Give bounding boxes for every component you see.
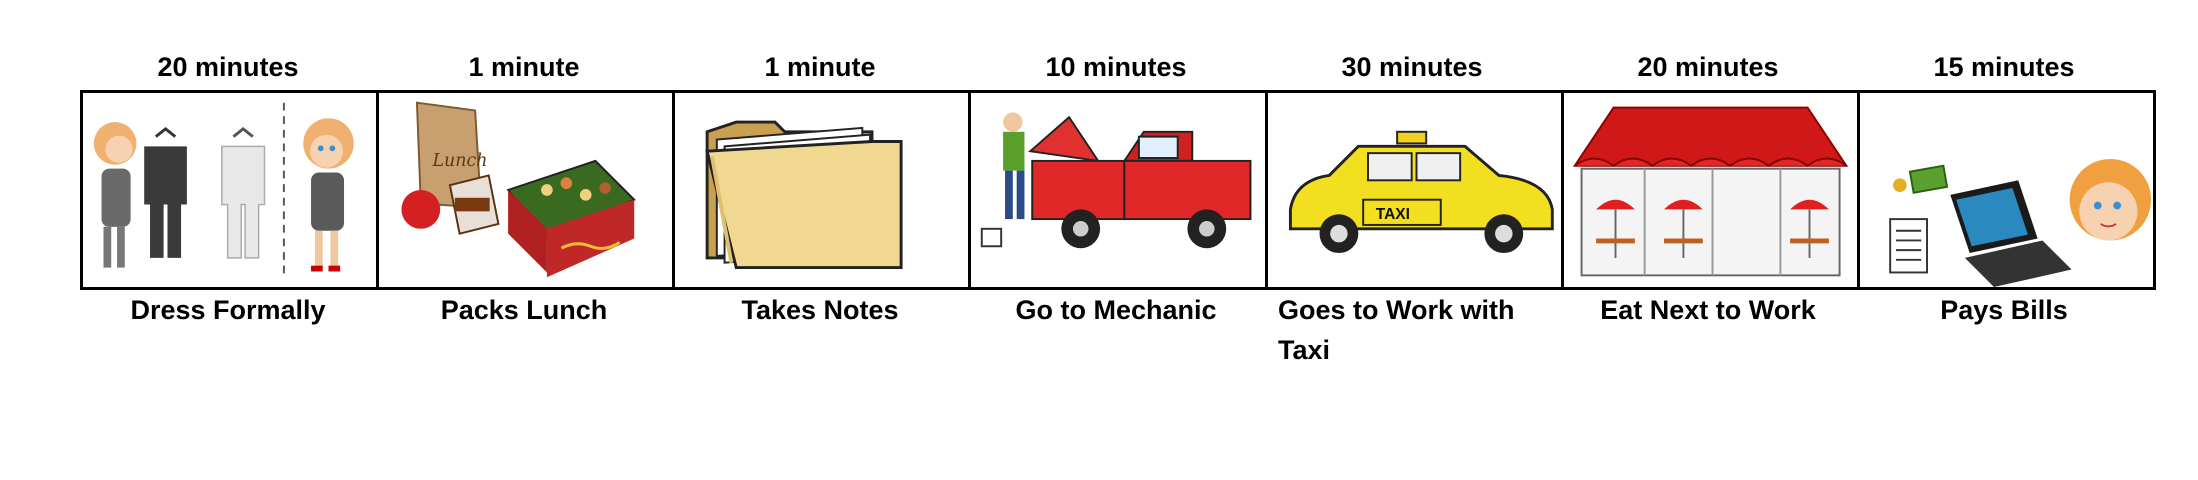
activity-label-3: Takes Notes xyxy=(741,295,899,325)
taxi-icon: TAXI xyxy=(1288,130,1554,254)
activity-label-6: Eat Next to Work xyxy=(1600,295,1816,325)
activity-label-5: Goes to Work with Taxi xyxy=(1278,295,1515,365)
svg-text:TAXI: TAXI xyxy=(1375,206,1409,223)
activity-strip: Lunch TAXI xyxy=(80,90,2156,290)
lunch-bag-icon: Lunch xyxy=(401,101,637,278)
activity-cell-notes xyxy=(675,93,972,287)
duration-5: 30 minutes xyxy=(1341,52,1483,82)
activity-cell-taxi: TAXI xyxy=(1268,93,1564,287)
duration-3: 1 minute xyxy=(764,52,876,82)
activity-cell-bills xyxy=(1860,93,2153,287)
laptop-bills-icon xyxy=(1889,158,2151,287)
activity-cell-lunch: Lunch xyxy=(379,93,676,287)
activity-cell-dress xyxy=(83,93,380,287)
duration-6: 20 minutes xyxy=(1637,52,1779,82)
duration-4: 10 minutes xyxy=(1045,52,1187,82)
activity-label-2: Packs Lunch xyxy=(440,295,608,325)
activity-cell-mechanic xyxy=(971,93,1268,287)
activity-label-4: Go to Mechanic xyxy=(1015,295,1217,325)
svg-text:Lunch: Lunch xyxy=(432,151,488,171)
activity-label-7: Pays Bills xyxy=(1940,295,2068,325)
duration-2: 1 minute xyxy=(468,52,580,82)
mechanic-truck-icon xyxy=(981,112,1252,249)
dressing-woman-icon xyxy=(93,102,354,278)
restaurant-icon xyxy=(1572,106,1848,277)
folder-icon xyxy=(705,120,903,270)
activity-cell-restaurant xyxy=(1564,93,1860,287)
activity-label-1: Dress Formally xyxy=(130,295,326,325)
duration-1: 20 minutes xyxy=(157,52,299,82)
duration-7: 15 minutes xyxy=(1933,52,2075,82)
